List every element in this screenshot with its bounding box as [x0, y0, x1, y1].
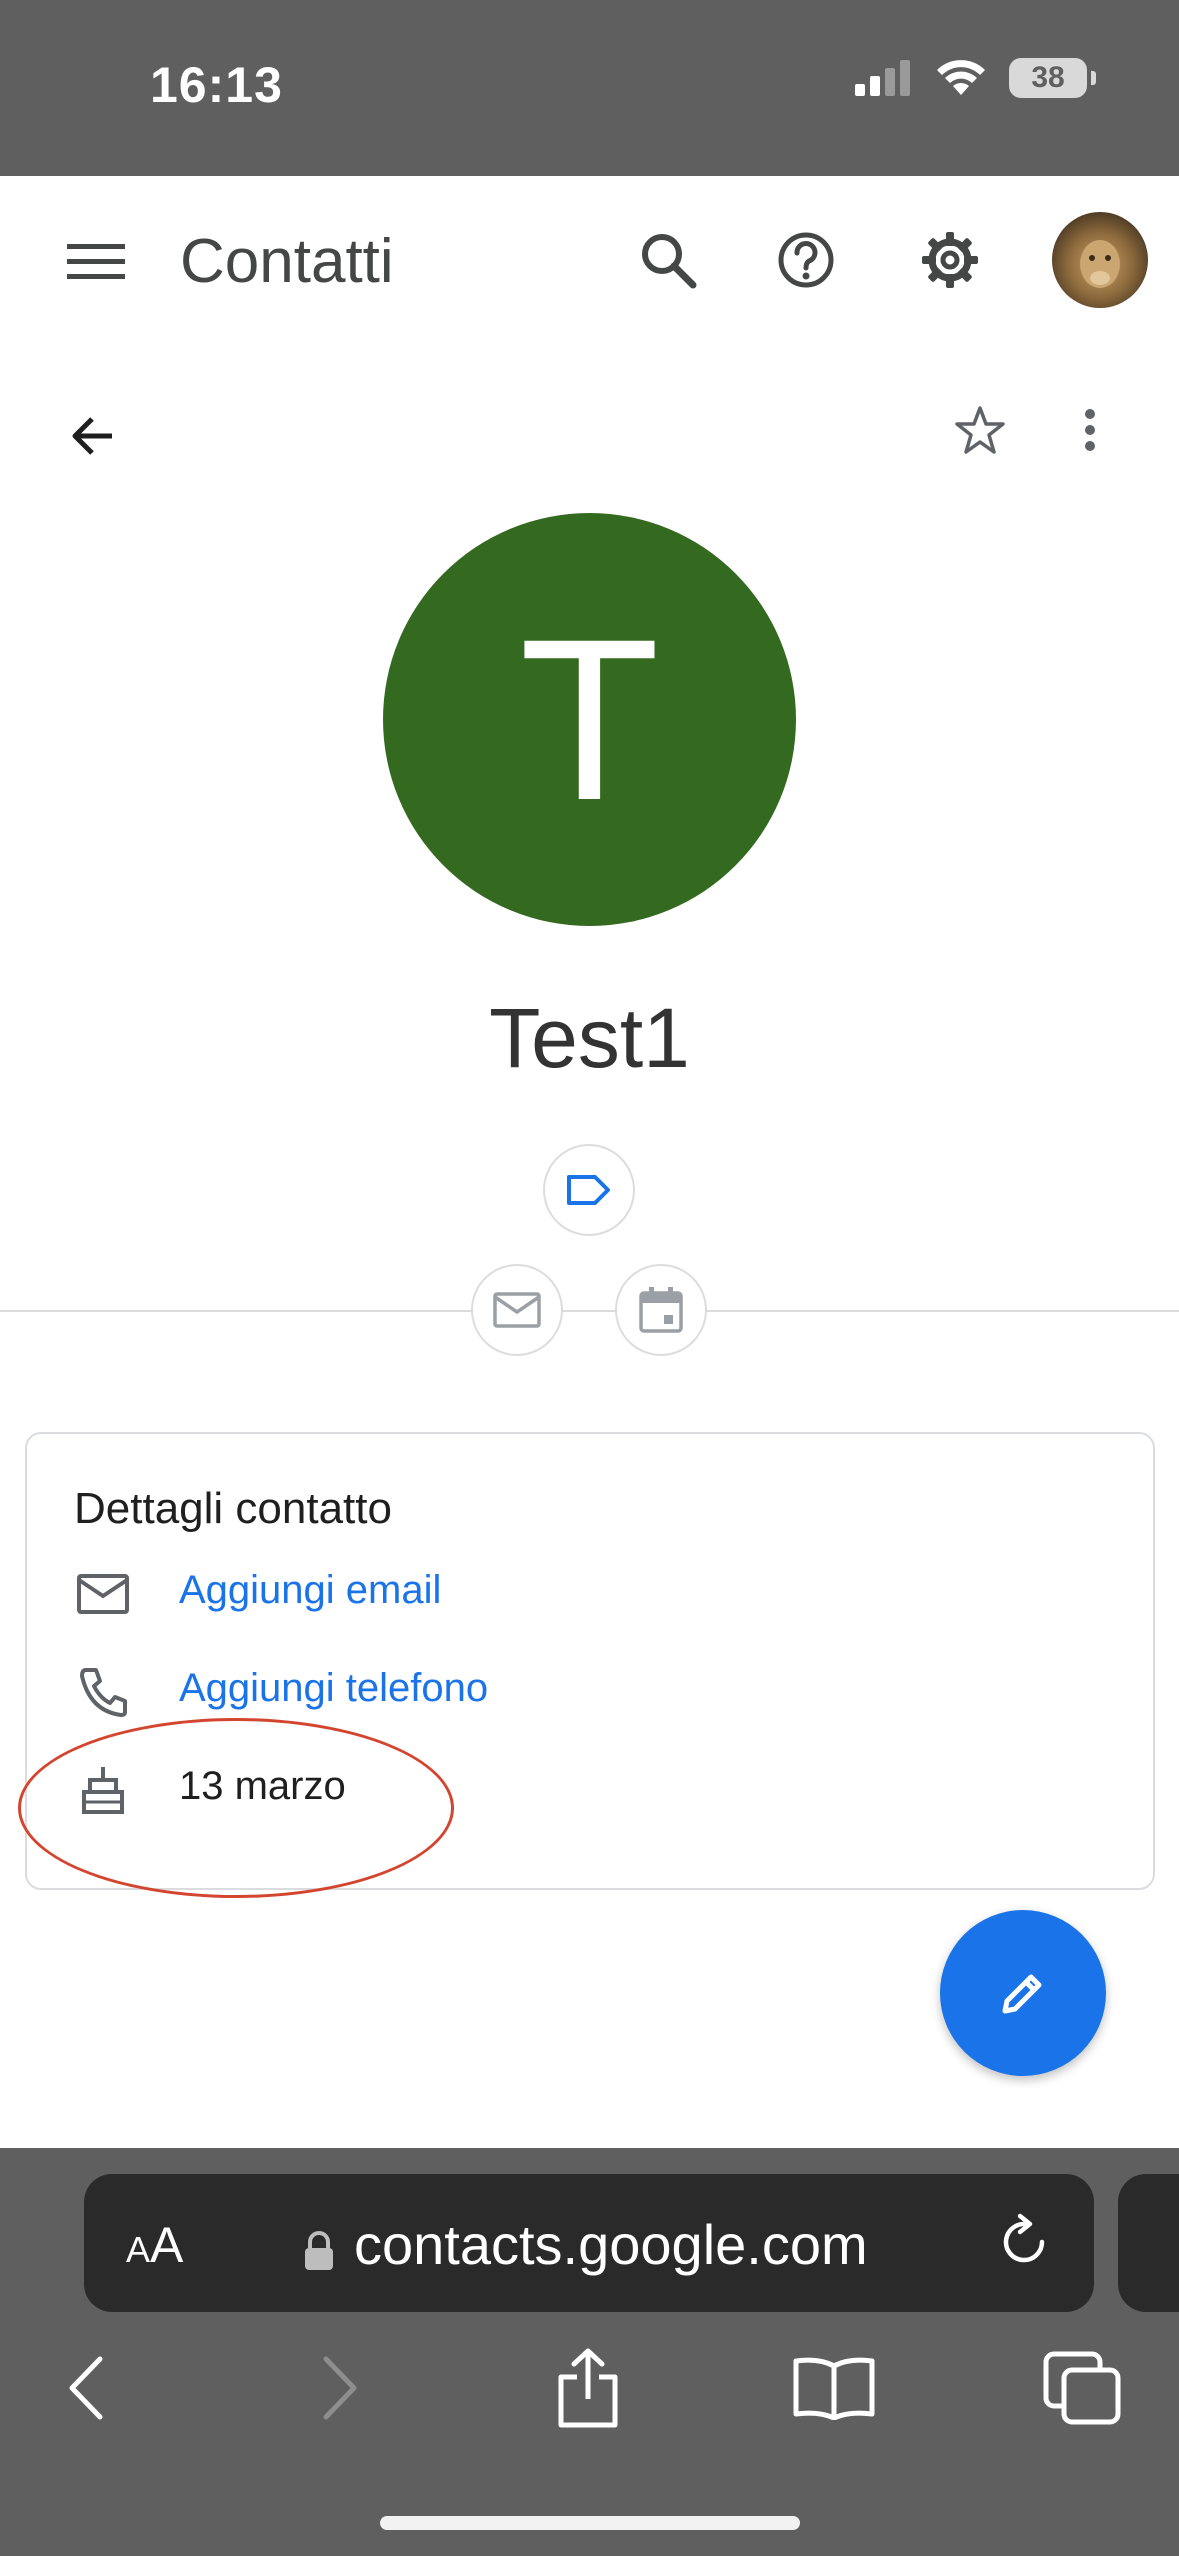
chevron-right-icon: [323, 2356, 357, 2420]
gear-icon: [922, 232, 978, 288]
search-icon: [642, 234, 697, 289]
settings-button[interactable]: [912, 222, 988, 298]
chevron-left-icon: [69, 2356, 103, 2420]
url-text[interactable]: contacts.google.com: [354, 2212, 868, 2277]
app-bar: [0, 176, 1179, 346]
annotation-ellipse: [18, 1718, 454, 1898]
account-avatar[interactable]: [1052, 212, 1148, 308]
status-icons: 38: [855, 58, 1096, 98]
star-icon: [955, 406, 1005, 454]
signal-icon: [855, 60, 910, 96]
email-row-icon: [73, 1564, 133, 1624]
next-tab-peek[interactable]: [1118, 2174, 1179, 2312]
add-phone-link[interactable]: Aggiungi telefono: [179, 1666, 488, 1711]
share-button[interactable]: [538, 2338, 638, 2438]
status-bar: 16:13 38: [0, 0, 1179, 176]
bookmarks-button[interactable]: [784, 2338, 884, 2438]
header-divider: [0, 1310, 1179, 1312]
address-bar[interactable]: AA contacts.google.com: [84, 2174, 1094, 2312]
status-time: 16:13: [150, 57, 283, 113]
share-icon: [558, 2348, 618, 2428]
card-title: Dettagli contatto: [74, 1484, 392, 1533]
contact-avatar: T: [383, 513, 796, 926]
browser-toolbar: AA contacts.google.com: [0, 2148, 1179, 2556]
browser-forward-button[interactable]: [290, 2338, 390, 2438]
battery-indicator: 38: [1009, 58, 1096, 98]
tabs-button[interactable]: [1032, 2338, 1132, 2438]
lock-icon: [305, 2231, 333, 2270]
mail-icon: [77, 1574, 129, 1614]
reload-icon[interactable]: [998, 2212, 1054, 2272]
back-button[interactable]: [60, 404, 124, 468]
star-button[interactable]: [948, 398, 1012, 462]
label-button[interactable]: [543, 1144, 635, 1236]
home-indicator: [380, 2516, 800, 2530]
calendar-action-button[interactable]: [615, 1264, 707, 1356]
app-title: Contatti: [180, 227, 394, 296]
phone-icon: [80, 1668, 127, 1717]
label-icon: [567, 1175, 610, 1205]
browser-back-button[interactable]: [36, 2338, 136, 2438]
wifi-icon: [937, 60, 985, 95]
email-action-button[interactable]: [471, 1264, 563, 1356]
search-button[interactable]: [630, 222, 706, 298]
back-arrow-icon: [72, 417, 112, 455]
contact-name: Test1: [489, 991, 690, 1085]
contact-initial: T: [519, 591, 660, 848]
add-email-link[interactable]: Aggiungi email: [179, 1568, 441, 1613]
pencil-icon: [1002, 1974, 1042, 2014]
more-vert-icon: [1085, 409, 1095, 451]
book-icon: [793, 2357, 875, 2420]
more-options-button[interactable]: [1058, 398, 1122, 462]
menu-button[interactable]: [60, 232, 132, 292]
calendar-icon: [639, 1287, 683, 1333]
text-size-button[interactable]: AA: [126, 2216, 183, 2274]
lion-avatar-image: [1080, 240, 1120, 288]
tabs-icon: [1043, 2351, 1121, 2425]
help-icon: [778, 232, 834, 288]
menu-icon: [67, 244, 125, 279]
phone-row-icon: [73, 1662, 133, 1722]
mail-icon: [493, 1292, 541, 1328]
edit-contact-button[interactable]: [940, 1910, 1106, 2076]
help-button[interactable]: [768, 222, 844, 298]
